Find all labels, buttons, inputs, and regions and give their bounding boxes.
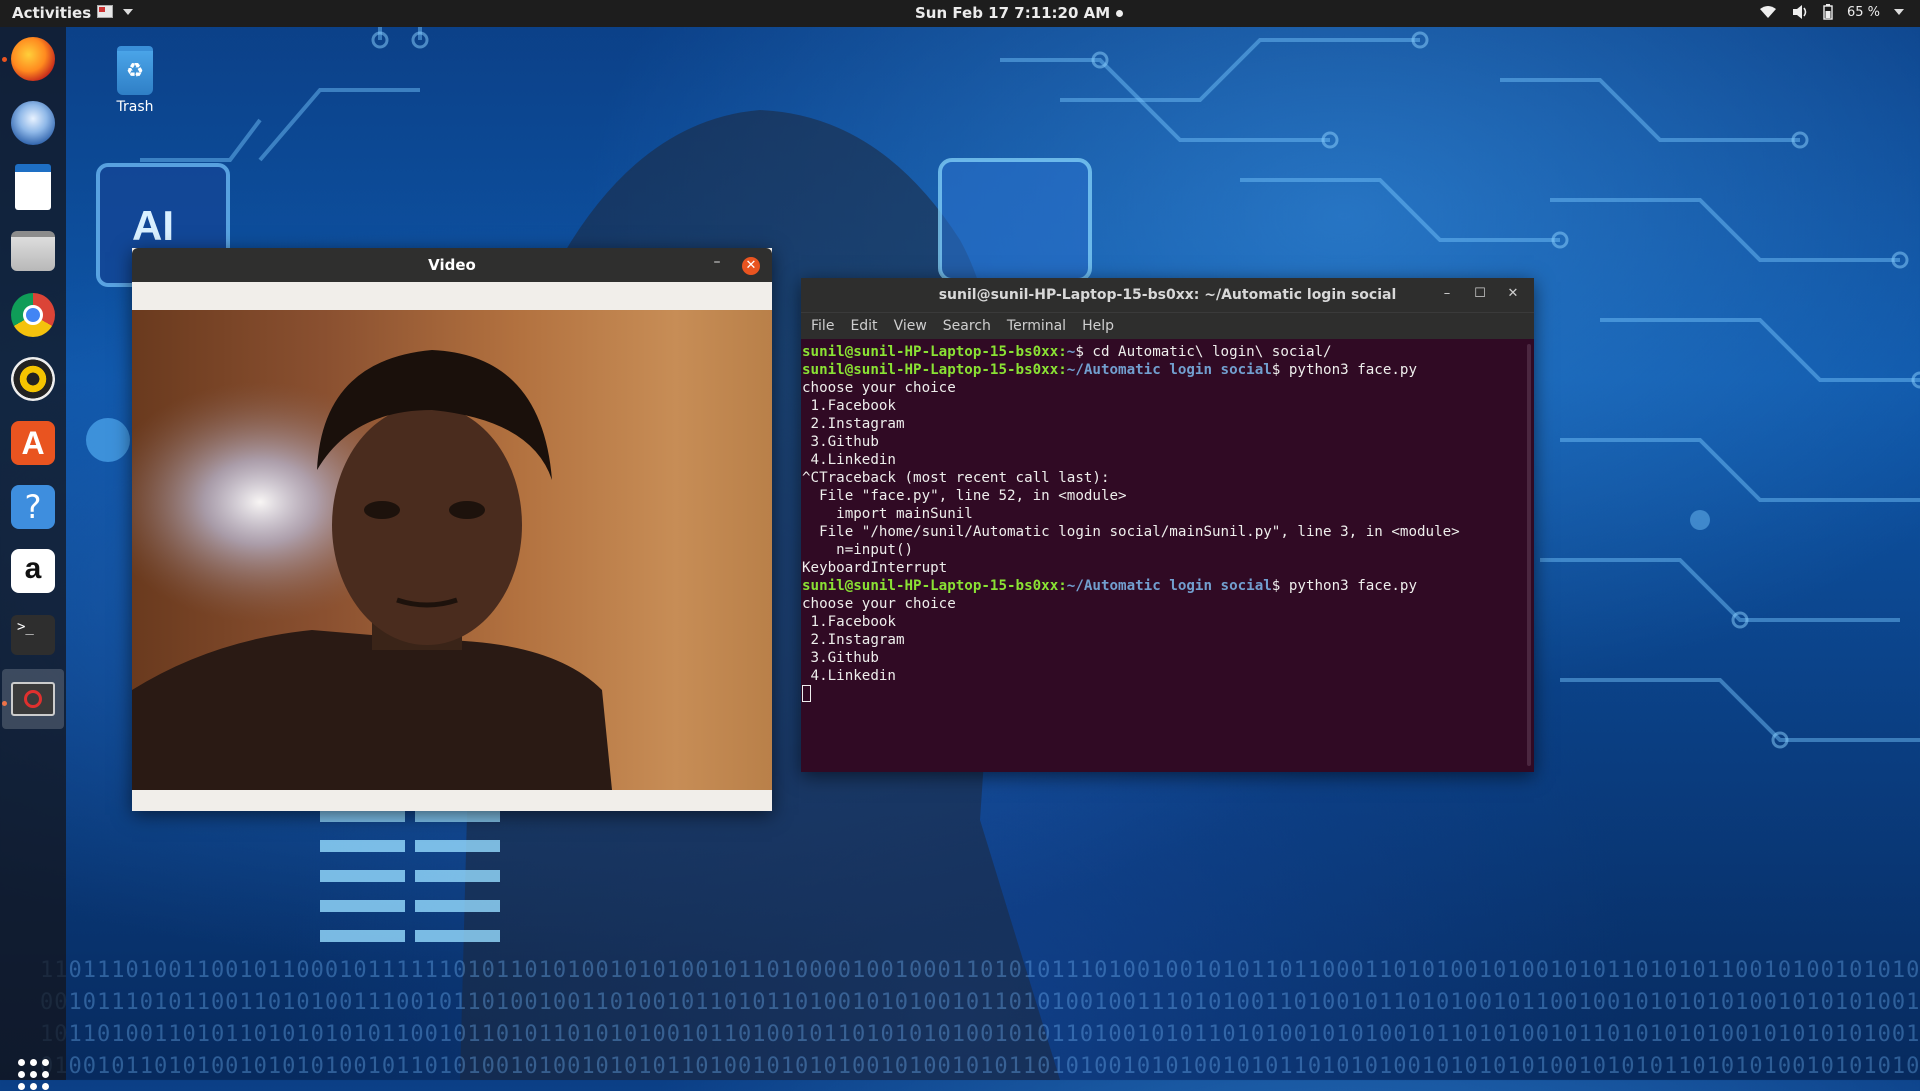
dock-terminal[interactable]: >_ [9, 611, 57, 659]
dock-chrome[interactable] [9, 291, 57, 339]
dock: A ? a >_ [0, 27, 66, 1090]
menu-edit[interactable]: Edit [850, 318, 877, 334]
video-window[interactable]: Video – ✕ [132, 248, 772, 811]
terminal-line: File "face.py", line 52, in <module> [802, 488, 1127, 504]
chevron-down-icon [123, 8, 133, 15]
activities-button[interactable]: Activities [12, 4, 91, 22]
terminal-line: 3.Github [802, 650, 879, 666]
rhythmbox-icon [11, 357, 55, 401]
help-icon: ? [11, 485, 55, 529]
video-app-icon [11, 682, 55, 716]
terminal-line: 1.Facebook [802, 398, 896, 414]
prompt-path: ~/Automatic login social [1066, 362, 1272, 378]
keyboard-flag-icon [97, 5, 113, 18]
dock-help[interactable]: ? [9, 483, 57, 531]
clock[interactable]: Sun Feb 17 7:11:20 AM [915, 4, 1124, 22]
terminal-menubar: File Edit View Search Terminal Help [801, 312, 1534, 339]
terminal-line: File "/home/sunil/Automatic login social… [802, 524, 1460, 540]
maximize-button[interactable]: ☐ [1472, 286, 1488, 302]
terminal-output[interactable]: sunil@sunil-HP-Laptop-15-bs0xx:~$ cd Aut… [801, 340, 1526, 772]
minimize-button[interactable]: – [710, 255, 724, 271]
terminal-line: 1.Facebook [802, 614, 896, 630]
prompt-user: sunil@sunil-HP-Laptop-15-bs0xx [802, 362, 1059, 378]
menu-view[interactable]: View [894, 318, 927, 334]
prompt-separator: : [1058, 362, 1067, 378]
webcam-video-frame [132, 310, 772, 790]
terminal-line: 2.Instagram [802, 416, 905, 432]
wifi-icon [1759, 6, 1776, 18]
desktop-trash[interactable]: Trash [108, 46, 162, 115]
clock-text: Sun Feb 17 7:11:20 AM [915, 4, 1111, 22]
volume-icon [1792, 5, 1807, 19]
webcam-image [132, 310, 772, 790]
menu-file[interactable]: File [811, 318, 834, 334]
app-menu[interactable] [97, 5, 133, 18]
dock-writer[interactable] [9, 163, 57, 211]
terminal-line: choose your choice [802, 380, 956, 396]
prompt-path: ~/Automatic login social [1066, 578, 1272, 594]
show-applications-button[interactable] [18, 1059, 50, 1091]
terminal-cursor [802, 685, 811, 702]
trash-label: Trash [116, 99, 154, 115]
terminal-line: KeyboardInterrupt [802, 560, 948, 576]
prompt-command: $ python3 face.py [1271, 578, 1418, 594]
dock-video-app[interactable] [2, 669, 64, 729]
close-button[interactable]: ✕ [742, 257, 760, 275]
prompt-user: sunil@sunil-HP-Laptop-15-bs0xx [802, 578, 1059, 594]
terminal-line: ^CTraceback (most recent call last): [802, 470, 1110, 486]
terminal-line: sunil@sunil-HP-Laptop-15-bs0xx:~$ cd Aut… [802, 343, 1526, 361]
prompt-separator: : [1058, 344, 1067, 360]
terminal-cursor-line [802, 685, 1526, 704]
firefox-icon [11, 37, 55, 81]
video-window-title: Video [428, 256, 476, 274]
prompt-command: $ python3 face.py [1271, 362, 1418, 378]
close-button[interactable]: ✕ [1505, 286, 1521, 302]
terminal-line: 4.Linkedin [802, 452, 896, 468]
terminal-scrollbar[interactable] [1527, 344, 1531, 766]
terminal-line: n=input() [802, 542, 914, 558]
terminal-line: choose your choice [802, 596, 956, 612]
notification-dot [1116, 9, 1124, 17]
system-tray[interactable]: 65 % [1759, 4, 1904, 20]
terminal-line: 3.Github [802, 434, 879, 450]
terminal-line: 2.Instagram [802, 632, 905, 648]
menu-help[interactable]: Help [1082, 318, 1114, 334]
terminal-line: 4.Linkedin [802, 668, 896, 684]
battery-percentage: 65 % [1846, 4, 1880, 20]
dock-files[interactable] [9, 227, 57, 275]
system-menu-chevron-icon [1894, 9, 1904, 15]
chrome-icon [11, 293, 55, 337]
video-titlebar[interactable]: Video – ✕ [132, 248, 772, 282]
dock-firefox[interactable] [9, 35, 57, 83]
trash-icon [117, 46, 153, 95]
svg-text:AI: AI [132, 202, 174, 249]
terminal-icon: >_ [11, 615, 55, 655]
battery-icon [1823, 4, 1833, 20]
terminal-line: sunil@sunil-HP-Laptop-15-bs0xx:~/Automat… [802, 361, 1526, 379]
menu-search[interactable]: Search [943, 318, 991, 334]
top-bar: Activities Sun Feb 17 7:11:20 AM 65 % [0, 0, 1920, 27]
terminal-line: import mainSunil [802, 506, 973, 522]
minimize-button[interactable]: – [1439, 286, 1455, 302]
menu-terminal[interactable]: Terminal [1007, 318, 1066, 334]
running-indicator [2, 57, 7, 62]
writer-icon [15, 164, 51, 210]
terminal-line: sunil@sunil-HP-Laptop-15-bs0xx:~/Automat… [802, 577, 1526, 595]
terminal-window[interactable]: sunil@sunil-HP-Laptop-15-bs0xx: ~/Automa… [801, 278, 1534, 772]
dock-software[interactable]: A [9, 419, 57, 467]
dock-rhythmbox[interactable] [9, 355, 57, 403]
files-icon [11, 231, 55, 271]
dock-amazon[interactable]: a [9, 547, 57, 595]
terminal-window-title: sunil@sunil-HP-Laptop-15-bs0xx: ~/Automa… [938, 287, 1397, 303]
prompt-user: sunil@sunil-HP-Laptop-15-bs0xx [802, 344, 1059, 360]
amazon-icon: a [11, 549, 55, 593]
dock-thunderbird[interactable] [9, 99, 57, 147]
prompt-command: $ cd Automatic\ login\ social/ [1075, 344, 1332, 360]
thunderbird-icon [11, 101, 55, 145]
terminal-titlebar[interactable]: sunil@sunil-HP-Laptop-15-bs0xx: ~/Automa… [801, 278, 1534, 312]
prompt-separator: : [1058, 578, 1067, 594]
software-center-icon: A [11, 421, 55, 465]
